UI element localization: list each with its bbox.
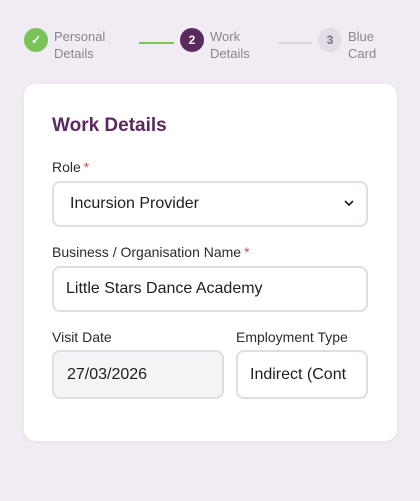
step-label-line: Blue xyxy=(348,29,375,44)
step-label: Work Details xyxy=(210,28,270,62)
step-label-line: Personal xyxy=(54,29,106,44)
role-select[interactable]: Incursion Provider xyxy=(52,181,368,227)
step-connector xyxy=(278,42,312,44)
step-label-line: Details xyxy=(54,46,94,61)
step-number: 2 xyxy=(180,28,204,52)
role-label-text: Role xyxy=(52,159,81,175)
employment-type-input[interactable]: Indirect (Cont xyxy=(236,350,368,399)
step-work-details[interactable]: 2 Work Details xyxy=(180,28,270,62)
required-mark: * xyxy=(244,244,250,260)
business-name-input[interactable]: Little Stars Dance Academy xyxy=(52,266,368,312)
step-connector xyxy=(139,42,174,44)
step-label-line: Work xyxy=(210,29,241,44)
card-title: Work Details xyxy=(52,115,167,136)
visit-date-input[interactable]: 27/03/2026 xyxy=(52,350,224,399)
progress-stepper: ✓ Personal Details 2 Work Details 3 Blue… xyxy=(0,0,420,80)
visit-date-value: 27/03/2026 xyxy=(67,365,148,383)
step-blue-card[interactable]: 3 Blue Card xyxy=(318,28,388,62)
employment-type-value: Indirect (Cont xyxy=(250,365,347,383)
step-label: Blue Card xyxy=(348,28,388,62)
step-label-line: Card xyxy=(348,46,377,61)
chevron-down-icon xyxy=(344,200,354,207)
business-name-value: Little Stars Dance Academy xyxy=(66,280,263,297)
role-label: Role * xyxy=(52,159,89,175)
step-number: 3 xyxy=(318,28,342,52)
step-label: Personal Details xyxy=(54,28,114,62)
business-name-label-text: Business / Organisation Name xyxy=(52,244,242,260)
visit-date-label: Visit Date xyxy=(52,329,112,345)
check-icon: ✓ xyxy=(24,28,48,52)
employment-type-label: Employment Type xyxy=(236,329,348,345)
required-mark: * xyxy=(83,159,90,175)
work-details-card: Work Details Role * Incursion Provider Bu… xyxy=(24,84,397,441)
business-name-label: Business / Organisation Name * xyxy=(52,244,250,260)
step-label-line: Details xyxy=(210,46,250,61)
role-select-value: Incursion Provider xyxy=(70,195,199,212)
step-personal-details[interactable]: ✓ Personal Details xyxy=(24,28,114,62)
